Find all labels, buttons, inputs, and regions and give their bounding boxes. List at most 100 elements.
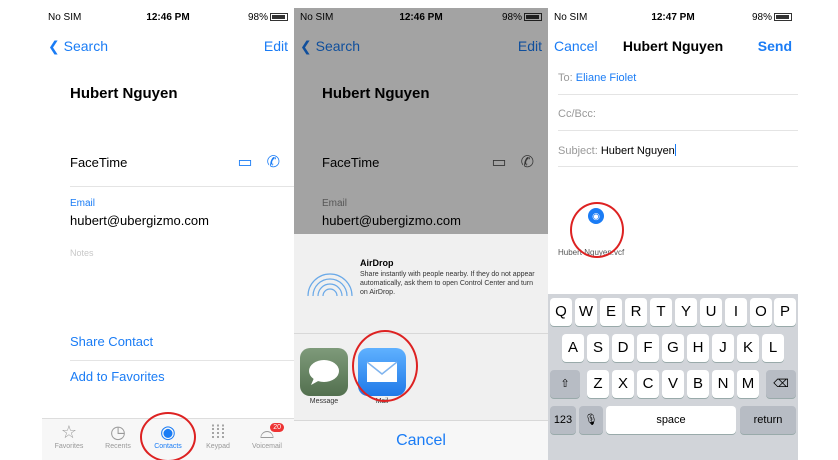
email-value[interactable]: hubert@ubergizmo.com: [70, 213, 209, 228]
keyboard-row-4: 123 🎙 space return: [548, 406, 798, 436]
voicemail-badge: 20: [270, 423, 284, 432]
key-t[interactable]: T: [650, 298, 672, 326]
microphone-icon: 🎙: [584, 414, 598, 426]
key-g[interactable]: G: [662, 334, 684, 362]
status-bar: No SIM 12:47 PM 98%: [548, 8, 798, 28]
key-e[interactable]: E: [600, 298, 622, 326]
keyboard-row-1: Q W E R T Y U I O P: [548, 298, 798, 328]
message-icon: [309, 360, 339, 385]
key-d[interactable]: D: [612, 334, 634, 362]
nav-bar: Cancel Hubert Nguyen Send: [548, 32, 798, 64]
subject-value[interactable]: Hubert Nguyen: [601, 145, 675, 157]
numbers-key[interactable]: 123: [550, 406, 576, 434]
share-apps-row: Message Mail: [294, 334, 548, 418]
keypad-icon: ⁞⁞⁞: [210, 422, 226, 442]
key-v[interactable]: V: [662, 370, 684, 398]
key-k[interactable]: K: [737, 334, 759, 362]
nav-bar: ❮ Search Edit: [42, 32, 294, 64]
ccbcc-label: Cc/Bcc:: [558, 108, 596, 120]
keyboard-row-3: ⇧ Z X C V B N M ⌫: [548, 370, 798, 400]
highlight-circle: [352, 330, 418, 402]
divider: [70, 360, 294, 361]
key-u[interactable]: U: [700, 298, 722, 326]
cancel-button[interactable]: Cancel: [294, 420, 548, 460]
back-label: Search: [63, 38, 108, 54]
phone-icon[interactable]: ✆: [267, 154, 280, 171]
key-l[interactable]: L: [762, 334, 784, 362]
key-s[interactable]: S: [587, 334, 609, 362]
facetime-actions: ▭ ✆: [223, 152, 280, 172]
divider: [558, 166, 798, 167]
battery-indicator: 98%: [248, 12, 288, 23]
key-b[interactable]: B: [687, 370, 709, 398]
tab-recents[interactable]: ◷ Recents: [93, 421, 143, 450]
key-q[interactable]: Q: [550, 298, 572, 326]
subject-label: Subject:: [558, 145, 598, 157]
key-o[interactable]: O: [750, 298, 772, 326]
tab-voicemail[interactable]: ⌓ Voicemail 20: [242, 421, 292, 450]
battery-icon: [270, 13, 288, 21]
key-a[interactable]: A: [562, 334, 584, 362]
delete-key[interactable]: ⌫: [766, 370, 796, 398]
divider: [558, 130, 798, 131]
key-x[interactable]: X: [612, 370, 634, 398]
tab-label: Keypad: [206, 443, 230, 450]
voicemail-icon: ⌓: [259, 422, 275, 442]
to-field[interactable]: To: Eliane Fiolet: [558, 72, 798, 84]
highlight-circle: [140, 412, 196, 460]
battery-icon: [774, 13, 792, 21]
key-f[interactable]: F: [637, 334, 659, 362]
airdrop-description: Share instantly with people nearby. If t…: [360, 271, 535, 296]
chevron-left-icon: ❮: [48, 38, 60, 54]
key-i[interactable]: I: [725, 298, 747, 326]
key-h[interactable]: H: [687, 334, 709, 362]
message-app-button[interactable]: [300, 348, 348, 396]
add-to-favorites-button[interactable]: Add to Favorites: [70, 369, 165, 384]
key-w[interactable]: W: [575, 298, 597, 326]
contact-detail-screen: No SIM 12:46 PM 98% ❮ Search Edit Hubert…: [42, 8, 294, 460]
key-j[interactable]: J: [712, 334, 734, 362]
ccbcc-field[interactable]: Cc/Bcc:: [558, 108, 798, 120]
dim-overlay[interactable]: [294, 8, 548, 234]
video-camera-icon[interactable]: ▭: [237, 154, 252, 171]
battery-percent: 98%: [247, 12, 268, 23]
key-p[interactable]: P: [774, 298, 796, 326]
keyboard-row-2: A S D F G H J K L: [548, 334, 798, 364]
space-key[interactable]: space: [606, 406, 736, 434]
key-n[interactable]: N: [712, 370, 734, 398]
tab-label: Recents: [105, 443, 131, 450]
divider: [558, 94, 798, 95]
key-c[interactable]: C: [637, 370, 659, 398]
status-bar: No SIM 12:46 PM 98%: [42, 8, 294, 28]
dictation-key[interactable]: 🎙: [579, 406, 603, 434]
delete-icon: ⌫: [773, 378, 789, 390]
send-button[interactable]: Send: [758, 38, 792, 54]
facetime-label: FaceTime: [70, 155, 128, 170]
share-contact-button[interactable]: Share Contact: [70, 334, 153, 349]
shift-key[interactable]: ⇧: [550, 370, 580, 398]
battery-indicator: 98%: [752, 12, 792, 23]
star-icon: ☆: [60, 422, 78, 442]
key-z[interactable]: Z: [587, 370, 609, 398]
airdrop-section[interactable]: AirDrop Share instantly with people near…: [294, 234, 548, 334]
tab-keypad[interactable]: ⁞⁞⁞ Keypad: [193, 421, 243, 450]
clock-icon: ◷: [110, 422, 126, 442]
key-y[interactable]: Y: [675, 298, 697, 326]
battery-percent: 98%: [751, 12, 772, 23]
subject-field[interactable]: Subject: Hubert Nguyen: [558, 144, 798, 157]
tab-label: Voicemail: [252, 443, 282, 450]
return-key[interactable]: return: [740, 406, 796, 434]
message-label: Message: [309, 398, 339, 405]
key-m[interactable]: M: [737, 370, 759, 398]
share-sheet-screen: No SIM 12:46 PM 98% ❮ Search Edit Hubert…: [294, 8, 548, 460]
text-cursor: [674, 144, 676, 156]
key-r[interactable]: R: [625, 298, 647, 326]
notes-label[interactable]: Notes: [70, 248, 94, 258]
to-recipient[interactable]: Eliane Fiolet: [576, 72, 637, 84]
tab-favorites[interactable]: ☆ Favorites: [44, 421, 94, 450]
edit-button[interactable]: Edit: [264, 38, 288, 54]
email-caption: Email: [70, 198, 96, 209]
back-button[interactable]: ❮ Search: [48, 38, 108, 55]
airdrop-title: AirDrop: [360, 258, 394, 268]
divider: [70, 186, 294, 187]
